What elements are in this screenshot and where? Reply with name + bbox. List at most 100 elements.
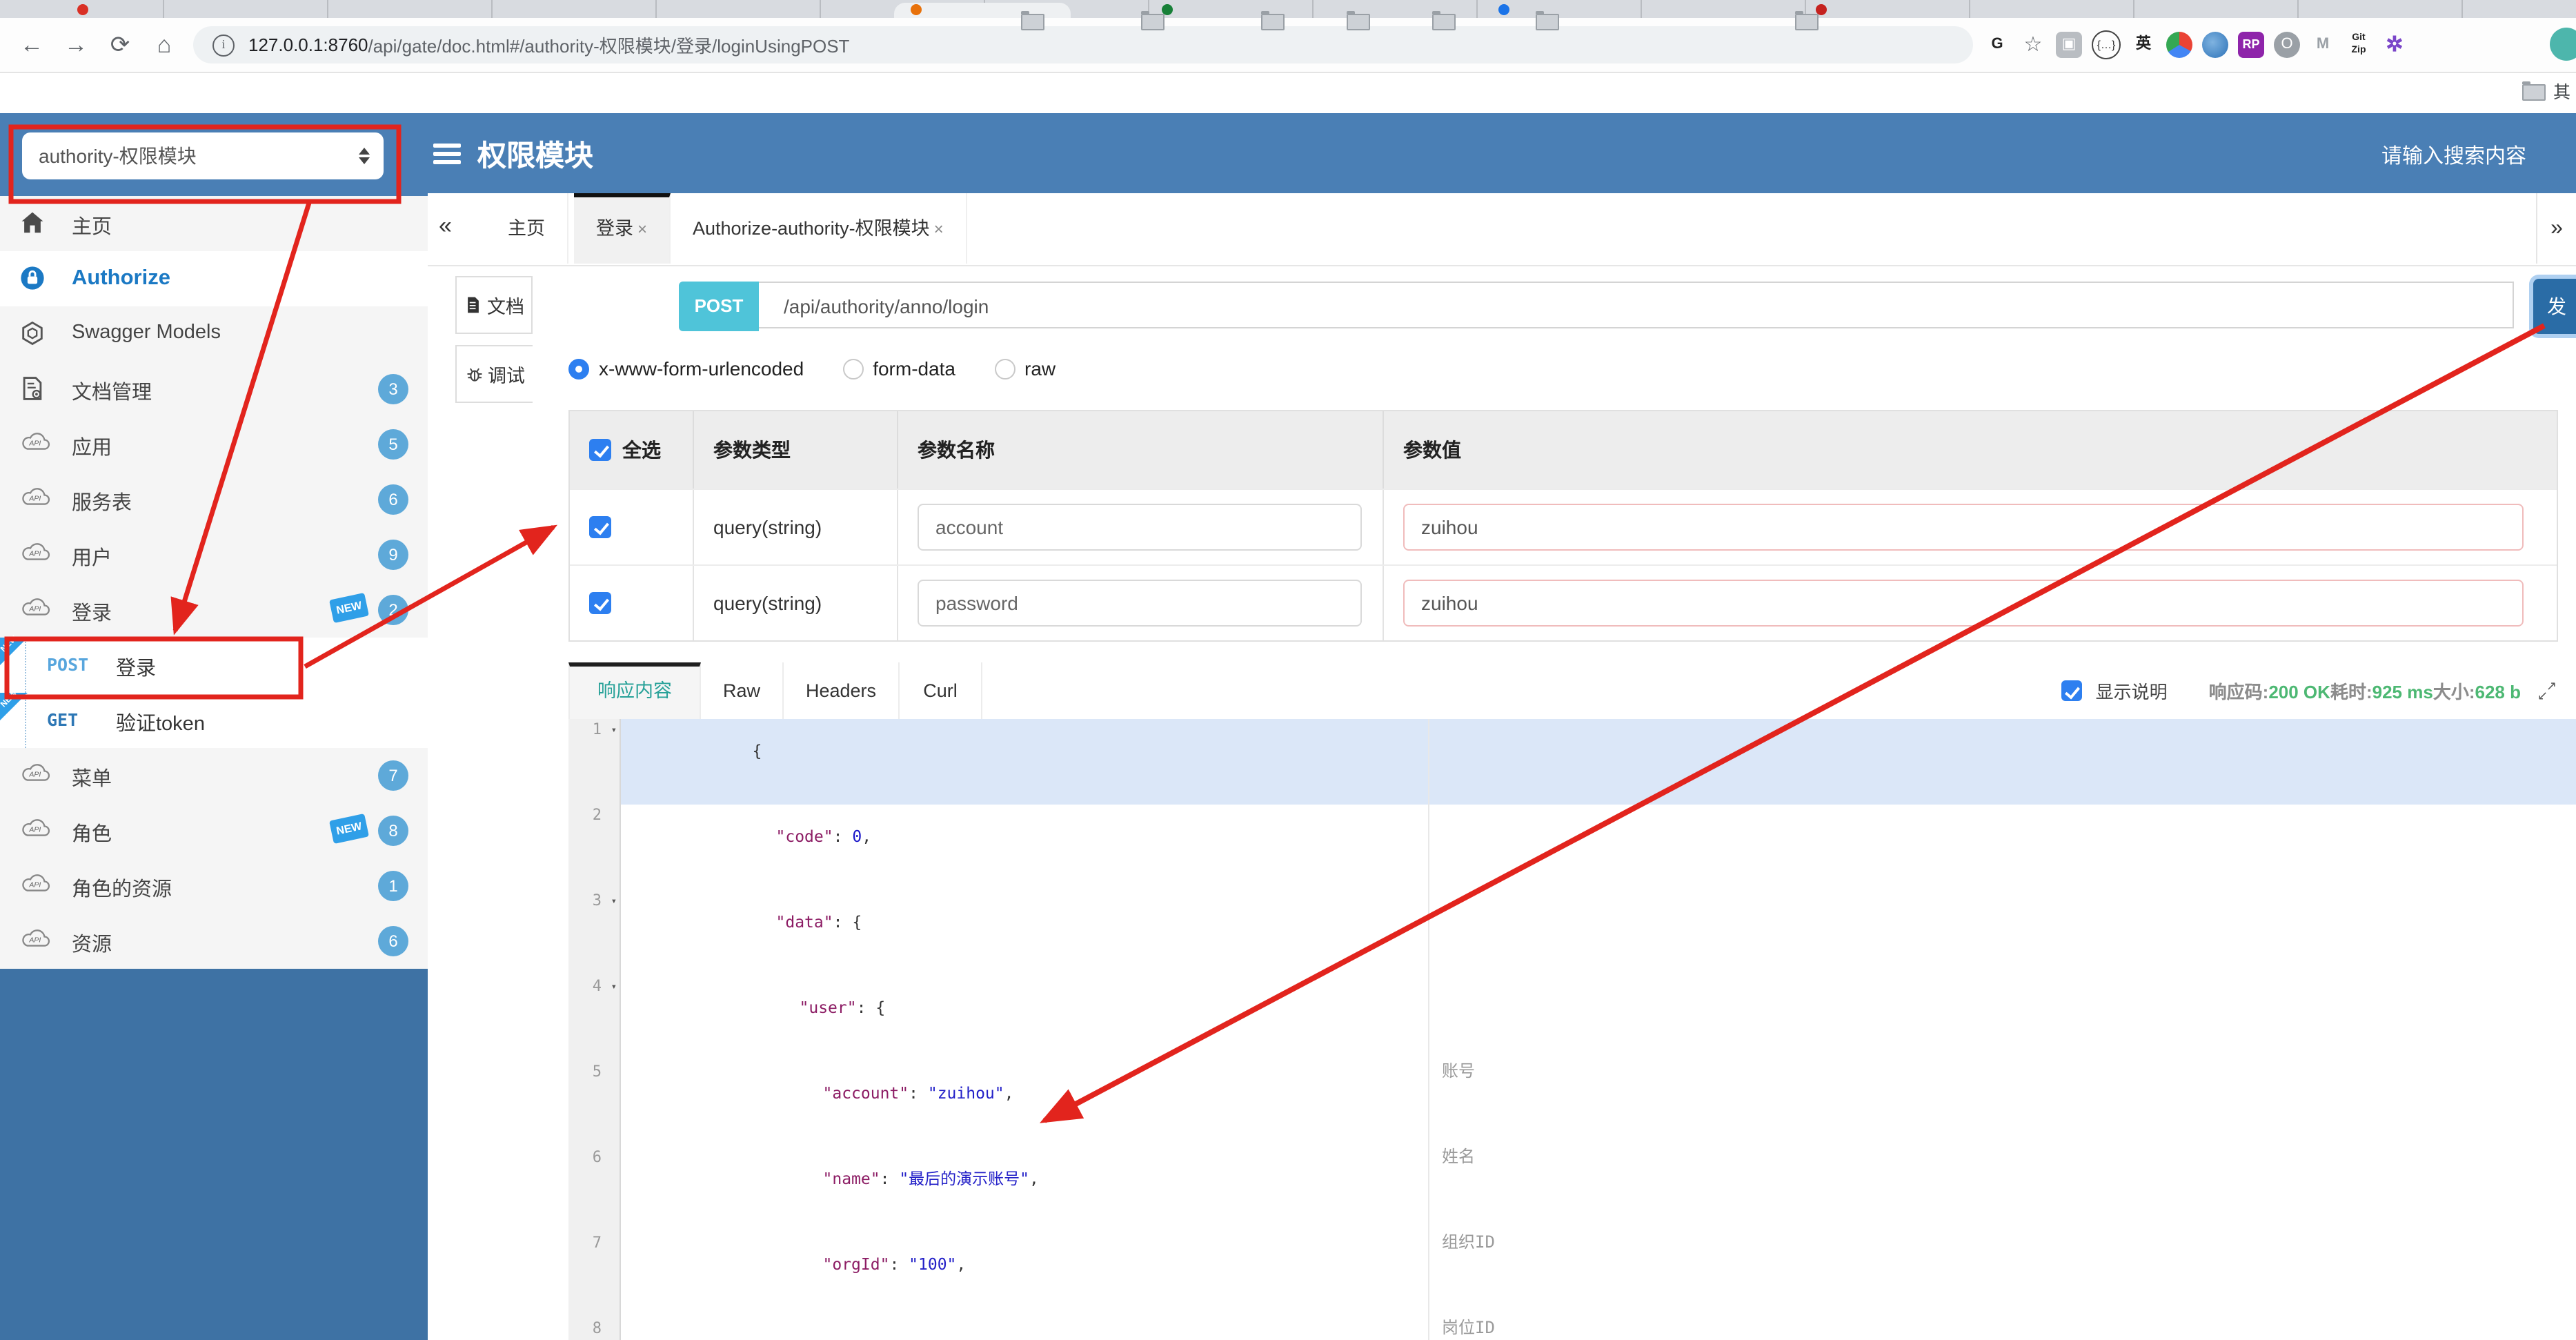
line-number[interactable]: 2 (568, 805, 621, 890)
param-name-input[interactable]: account (918, 504, 1362, 551)
tab-curl[interactable]: Curl (900, 662, 982, 719)
bookmark-item-overflow[interactable]: 其 (2522, 77, 2570, 104)
line-number[interactable]: 1 ▾ (568, 719, 621, 805)
line-number[interactable]: 7 (568, 1232, 621, 1318)
browser-extension-icon[interactable]: O (2274, 32, 2300, 58)
tab-response-content[interactable]: 响应内容 (568, 662, 701, 719)
code-line: 1 ▾ { (568, 719, 2576, 805)
site-info-icon[interactable]: i (212, 34, 235, 56)
param-value-input[interactable]: zuihou (1403, 580, 2524, 627)
line-number[interactable]: 8 (568, 1318, 621, 1340)
line-number[interactable]: 6 (568, 1147, 621, 1232)
sidebar-item-post-login[interactable]: NEW POST 登录 (0, 635, 428, 694)
method-label: POST (47, 654, 89, 675)
browser-extension-icon[interactable] (2202, 32, 2228, 58)
browser-extension-icon[interactable]: Git Zip (2346, 32, 2372, 58)
home-icon[interactable]: ⌂ (146, 28, 182, 62)
param-value-input[interactable]: zuihou (1403, 504, 2524, 551)
sidebar-item-menu[interactable]: API 菜单 7 (0, 748, 428, 805)
body-type-radio[interactable]: form-data (842, 357, 955, 380)
count-badge: 6 (378, 484, 408, 515)
browser-extension-icon[interactable]: M (2310, 32, 2336, 58)
row-checkbox[interactable] (589, 516, 611, 538)
sidebar-item-login-group[interactable]: API 登录 NEW 2 (0, 582, 428, 639)
close-icon[interactable]: × (934, 219, 944, 239)
json-response-viewer[interactable]: 1 ▾ { 2 "code": 0, 3 ▾ "data": {4 ▾ "us… (568, 719, 2576, 1340)
profile-avatar[interactable] (2550, 28, 2576, 61)
svg-text:API: API (28, 771, 41, 779)
tab-authorize-module[interactable]: Authorize-authority-权限模块 × (671, 193, 967, 264)
bookmark-label: 其 (2553, 83, 2570, 102)
body-type-radio[interactable]: x-www-form-urlencoded (568, 357, 804, 380)
browser-extension-icon[interactable]: ● (2166, 32, 2192, 58)
sidebar-item-role[interactable]: API 角色 NEW 8 (0, 803, 428, 860)
request-url-field[interactable]: /api/authority/anno/login (759, 282, 2514, 328)
address-bar[interactable]: i 127.0.0.1:8760/api/gate/doc.html#/auth… (193, 26, 1973, 63)
svg-text:API: API (28, 826, 41, 834)
radio-icon[interactable] (568, 358, 589, 379)
browser-extension-icon[interactable]: ▣ (2056, 32, 2082, 58)
sidebar-item-get-verify-token[interactable]: NEW GET 验证token (0, 690, 428, 749)
browser-extension-icon[interactable]: G (1984, 32, 2010, 58)
count-badge: 5 (378, 429, 408, 460)
forward-icon[interactable]: → (58, 28, 94, 62)
method-label: GET (47, 709, 79, 730)
count-badge: 1 (378, 871, 408, 901)
sidebar-item-role-resource[interactable]: API 角色的资源 1 (0, 858, 428, 915)
show-desc-label: 显示说明 (2095, 682, 2168, 702)
sidebar-item-swagger-models[interactable]: Swagger Models (0, 306, 428, 363)
radio-icon[interactable] (842, 358, 864, 379)
line-number[interactable]: 5 (568, 1061, 621, 1147)
browser-extension-icon[interactable]: ☆ (2020, 32, 2046, 58)
close-icon[interactable]: × (637, 219, 647, 239)
sidebar-item-user[interactable]: API 用户 9 (0, 527, 428, 584)
svg-text:API: API (28, 605, 41, 613)
param-name-input[interactable]: password (918, 580, 1362, 627)
tree-guide-line (25, 638, 26, 748)
module-select[interactable]: authority-权限模块 (22, 132, 384, 179)
sidebar-item-authorize[interactable]: Authorize (0, 251, 428, 308)
radio-icon[interactable] (994, 358, 1015, 379)
back-icon[interactable]: ← (14, 28, 50, 62)
line-number[interactable]: 3 ▾ (568, 890, 621, 976)
count-badge: 7 (378, 760, 408, 791)
sidebar-item-home[interactable]: 主页 (0, 196, 428, 253)
tab-document[interactable]: 文档 (455, 276, 533, 334)
count-badge: 9 (378, 540, 408, 570)
browser-tab-strip[interactable] (0, 0, 2576, 18)
send-button[interactable]: 发 (2533, 279, 2576, 334)
tab-raw[interactable]: Raw (701, 662, 784, 719)
header-search-input[interactable]: 请输入搜索内容 (2381, 141, 2526, 170)
content-tab-bar: « 主页 登录 × Authorize-authority-权限模块 × » (428, 193, 2576, 266)
sidebar-item-doc-manage[interactable]: 文档管理 3 (0, 362, 428, 418)
browser-extension-icon[interactable]: ✲ (2381, 32, 2408, 58)
body-type-radio[interactable]: raw (994, 357, 1056, 380)
browser-extension-icon[interactable]: RP (2238, 32, 2264, 58)
fold-caret-icon[interactable]: ▾ (611, 977, 617, 998)
show-desc-checkbox[interactable] (2061, 680, 2082, 701)
expand-tabs-button[interactable]: » (2536, 193, 2576, 264)
collapse-tabs-button[interactable]: « (439, 213, 452, 240)
fold-caret-icon[interactable]: ▾ (611, 891, 617, 913)
browser-extension-icon[interactable]: {…} (2092, 30, 2121, 59)
sidebar-item-resource[interactable]: API 资源 6 (0, 914, 428, 970)
reload-icon[interactable]: ⟳ (102, 28, 138, 62)
tab-headers[interactable]: Headers (784, 662, 900, 719)
select-all-checkbox[interactable] (589, 439, 611, 461)
code-line: 4 ▾ "user": { (568, 976, 2576, 1061)
sidebar-item-app[interactable]: API 应用 5 (0, 417, 428, 473)
line-number[interactable]: 4 ▾ (568, 976, 621, 1061)
select-arrows-icon (359, 148, 370, 164)
hamburger-menu-icon[interactable] (433, 144, 461, 168)
sidebar-item-service-table[interactable]: API 服务表 6 (0, 472, 428, 529)
tab-debug[interactable]: 调试 (455, 345, 533, 403)
tab-home[interactable]: 主页 (486, 193, 568, 264)
param-row: query(string) password zuihou (570, 564, 2557, 640)
fullscreen-icon[interactable]: ↗ ↙ (2537, 679, 2557, 701)
row-checkbox[interactable] (589, 592, 611, 614)
bookmark-icon (1021, 11, 1045, 30)
browser-extension-icon[interactable]: 英 (2130, 32, 2157, 58)
fold-caret-icon[interactable]: ▾ (611, 720, 617, 742)
svg-text:API: API (28, 550, 41, 558)
tab-login[interactable]: 登录 × (574, 193, 671, 264)
